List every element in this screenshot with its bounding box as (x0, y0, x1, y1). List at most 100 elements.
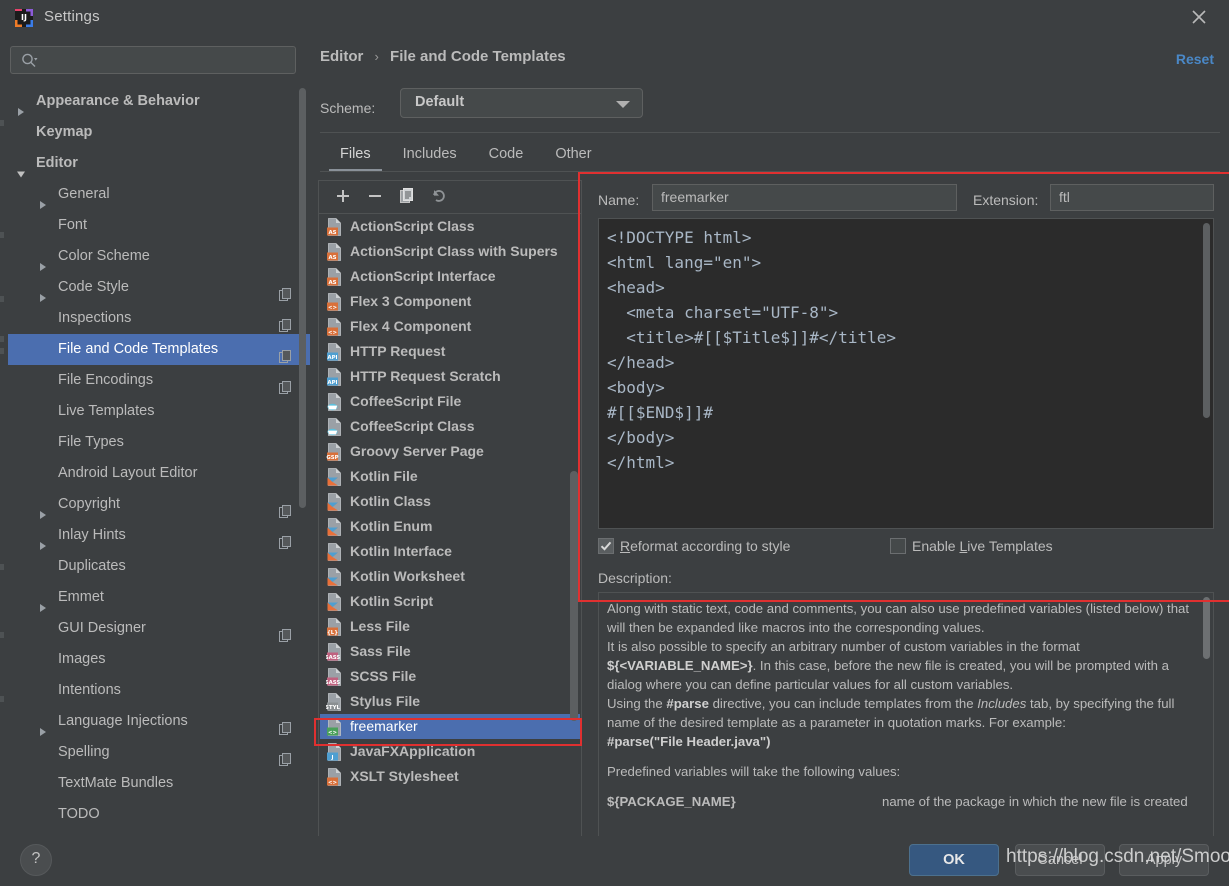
template-list-item[interactable]: GSP Groovy Server Page (320, 439, 580, 464)
sidebar-item-intentions[interactable]: Intentions (0, 675, 310, 706)
template-list-item[interactable]: Kotlin File (320, 464, 580, 489)
template-item-label: freemarker (350, 718, 418, 734)
sidebar-item-editor[interactable]: Editor (0, 148, 310, 179)
sidebar-item-android-layout-editor[interactable]: Android Layout Editor (0, 458, 310, 489)
template-list-item[interactable]: Kotlin Enum (320, 514, 580, 539)
sidebar-item-inlay-hints[interactable]: Inlay Hints (0, 520, 310, 551)
sidebar-item-gui-designer[interactable]: GUI Designer (0, 613, 310, 644)
sidebar-item-live-templates[interactable]: Live Templates (0, 396, 310, 427)
sidebar-item-file-encodings[interactable]: File Encodings (0, 365, 310, 396)
template-item-label: HTTP Request (350, 343, 446, 359)
copy-icon (279, 746, 292, 766)
sidebar-item-keymap[interactable]: Keymap (0, 117, 310, 148)
chevron-right-icon[interactable] (38, 283, 48, 302)
cancel-button[interactable]: Cancel (1015, 844, 1105, 876)
reset-template-button[interactable] (429, 186, 453, 208)
description-text: Along with static text, code and comment… (607, 599, 1192, 810)
sidebar-item-file-types[interactable]: File Types (0, 427, 310, 458)
sidebar-item-font[interactable]: Font (0, 210, 310, 241)
template-list-item[interactable]: <> freemarker (320, 714, 580, 739)
svg-text:SASS: SASS (326, 655, 340, 661)
template-list-item[interactable]: CoffeeScript File (320, 389, 580, 414)
template-extension-input[interactable]: ftl (1050, 184, 1214, 211)
sidebar-item-images[interactable]: Images (0, 644, 310, 675)
template-list-item[interactable]: SASS Sass File (320, 639, 580, 664)
kotlin-file-icon (326, 568, 343, 586)
template-list-item[interactable]: SASS SCSS File (320, 664, 580, 689)
template-list-item[interactable]: J JavaFXApplication (320, 739, 580, 764)
chevron-right-icon[interactable] (38, 531, 48, 550)
template-list-item[interactable]: AS ActionScript Class with Supers (320, 239, 580, 264)
editor-scrollbar[interactable] (1203, 223, 1210, 418)
search-input[interactable] (10, 46, 296, 74)
template-list-item[interactable]: AS ActionScript Class (320, 214, 580, 239)
sidebar-item-color-scheme[interactable]: Color Scheme (0, 241, 310, 272)
template-list-item[interactable]: Kotlin Class (320, 489, 580, 514)
chevron-right-icon[interactable] (38, 593, 48, 612)
template-code-text: <!DOCTYPE html> <html lang="en"> <head> … (607, 228, 896, 472)
tab-files[interactable]: Files (324, 138, 387, 172)
ok-button[interactable]: OK (909, 844, 999, 876)
copy-template-button[interactable] (397, 186, 421, 208)
chevron-down-icon[interactable] (16, 159, 26, 178)
template-item-label: CoffeeScript Class (350, 418, 475, 434)
template-list-toolbar (319, 181, 581, 214)
template-list-item[interactable]: <> Flex 3 Component (320, 289, 580, 314)
template-name-input[interactable]: freemarker (652, 184, 957, 211)
sidebar-item-todo[interactable]: TODO (0, 799, 310, 830)
description-box[interactable]: Along with static text, code and comment… (598, 592, 1214, 837)
sidebar-item-duplicates[interactable]: Duplicates (0, 551, 310, 582)
chevron-right-icon[interactable] (38, 252, 48, 271)
sidebar-item-emmet[interactable]: Emmet (0, 582, 310, 613)
tab-code[interactable]: Code (473, 138, 540, 172)
help-button[interactable]: ? (20, 844, 52, 876)
sidebar-scrollbar[interactable] (299, 88, 306, 508)
coffeescript-file-icon (326, 418, 343, 436)
template-list-item[interactable]: {L} Less File (320, 614, 580, 639)
copy-icon (397, 188, 417, 209)
reformat-checkbox[interactable] (598, 538, 614, 554)
template-list-item[interactable]: API HTTP Request (320, 339, 580, 364)
template-list-item[interactable]: <> Flex 4 Component (320, 314, 580, 339)
sidebar-item-appearance-behavior[interactable]: Appearance & Behavior (0, 86, 310, 117)
chevron-down-icon (616, 101, 630, 108)
sidebar-item-code-style[interactable]: Code Style (0, 272, 310, 303)
template-list-item[interactable]: Kotlin Script (320, 589, 580, 614)
template-list-item[interactable]: API HTTP Request Scratch (320, 364, 580, 389)
close-icon[interactable] (1186, 4, 1212, 30)
sidebar-item-spelling[interactable]: Spelling (0, 737, 310, 768)
chevron-right-icon[interactable] (38, 190, 48, 209)
template-item-label: HTTP Request Scratch (350, 368, 501, 384)
template-list-item[interactable]: Kotlin Interface (320, 539, 580, 564)
remove-template-button[interactable] (365, 186, 389, 208)
template-list-item[interactable]: STYL Stylus File (320, 689, 580, 714)
template-list-item[interactable]: Kotlin Worksheet (320, 564, 580, 589)
live-templates-checkbox[interactable] (890, 538, 906, 554)
template-list-item[interactable]: CoffeeScript Class (320, 414, 580, 439)
breadcrumb-root[interactable]: Editor (320, 48, 363, 65)
reset-link[interactable]: Reset (1176, 51, 1214, 67)
sidebar-item-general[interactable]: General (0, 179, 310, 210)
sidebar-item-copyright[interactable]: Copyright (0, 489, 310, 520)
sidebar-item-inspections[interactable]: Inspections (0, 303, 310, 334)
chevron-right-icon[interactable] (16, 97, 26, 116)
template-code-editor[interactable]: <!DOCTYPE html> <html lang="en"> <head> … (598, 218, 1214, 529)
chevron-right-icon[interactable] (38, 500, 48, 519)
template-list-item[interactable]: <> XSLT Stylesheet (320, 764, 580, 789)
scheme-select[interactable]: Default (400, 88, 643, 118)
chevron-right-icon[interactable] (38, 717, 48, 736)
sidebar-item-label: Inspections (58, 310, 132, 326)
sidebar-item-language-injections[interactable]: Language Injections (0, 706, 310, 737)
template-list-item[interactable]: AS ActionScript Interface (320, 264, 580, 289)
sidebar-item-file-and-code-templates[interactable]: File and Code Templates (0, 334, 310, 365)
svg-text:<>: <> (328, 330, 337, 336)
sidebar-item-textmate-bundles[interactable]: TextMate Bundles (0, 768, 310, 799)
template-list-vertical-scrollbar[interactable] (570, 471, 578, 721)
apply-button[interactable]: Apply (1119, 844, 1209, 876)
add-template-button[interactable] (333, 186, 357, 208)
tab-other[interactable]: Other (539, 138, 607, 172)
tab-includes[interactable]: Includes (387, 138, 473, 172)
description-scrollbar[interactable] (1203, 597, 1210, 659)
sidebar-item-label: Language Injections (58, 713, 188, 729)
description-paragraph-1: Along with static text, code and comment… (607, 601, 1190, 635)
